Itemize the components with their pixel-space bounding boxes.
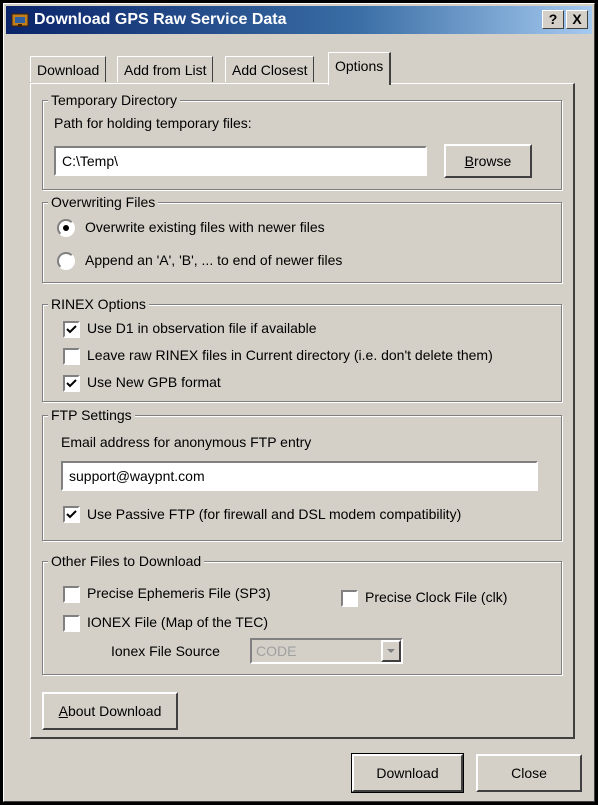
tab-add-from-list[interactable]: Add from List (117, 56, 214, 82)
close-button[interactable]: Close (476, 754, 582, 792)
tab-add-closest[interactable]: Add Closest (225, 56, 315, 82)
new-gpb-format-checkbox[interactable] (63, 375, 80, 392)
email-label: Email address for anonymous FTP entry (61, 434, 312, 450)
new-gpb-format-label[interactable]: Use New GPB format (87, 372, 221, 392)
dialog-window: Download GPS Raw Service Data ? X Downlo… (3, 3, 595, 802)
email-input[interactable]: support@waypnt.com (61, 461, 538, 491)
passive-ftp-checkbox[interactable] (63, 506, 80, 523)
radio-dot (63, 225, 69, 231)
clk-checkbox[interactable] (341, 590, 358, 607)
about-download-button[interactable]: About Download (42, 692, 178, 730)
check-icon (66, 379, 77, 388)
use-d1-label[interactable]: Use D1 in observation file if available (87, 318, 317, 338)
leave-raw-rinex-label[interactable]: Leave raw RINEX files in Current directo… (87, 345, 493, 365)
temp-path-label: Path for holding temporary files: (54, 115, 252, 131)
group-legend: Other Files to Download (48, 552, 205, 570)
use-d1-checkbox[interactable] (63, 321, 80, 338)
overwrite-radio[interactable] (57, 219, 75, 237)
append-radio-label[interactable]: Append an 'A', 'B', ... to end of newer … (85, 250, 342, 270)
group-legend: RINEX Options (48, 295, 149, 313)
ionex-label[interactable]: IONEX File (Map of the TEC) (87, 612, 268, 632)
group-legend: FTP Settings (48, 406, 135, 424)
help-button[interactable]: ? (542, 10, 564, 29)
title-bar[interactable]: Download GPS Raw Service Data ? X (6, 6, 592, 34)
other-files-group: Other Files to Download Precise Ephemeri… (42, 552, 562, 675)
close-window-button[interactable]: X (566, 10, 588, 29)
clk-label[interactable]: Precise Clock File (clk) (365, 587, 507, 607)
chevron-down-icon[interactable] (381, 640, 401, 662)
temporary-directory-group: Temporary Directory Path for holding tem… (42, 91, 562, 190)
sp3-label[interactable]: Precise Ephemeris File (SP3) (87, 583, 271, 603)
group-legend: Temporary Directory (48, 91, 181, 109)
overwrite-radio-label[interactable]: Overwrite existing files with newer file… (85, 217, 325, 237)
temp-path-input[interactable]: C:\Temp\ (54, 146, 427, 176)
leave-raw-rinex-checkbox[interactable] (63, 348, 80, 365)
ftp-settings-group: FTP Settings Email address for anonymous… (42, 406, 562, 541)
window-title: Download GPS Raw Service Data (34, 11, 287, 28)
browse-button[interactable]: Browse (444, 144, 532, 178)
sp3-checkbox[interactable] (63, 586, 80, 603)
ionex-source-select[interactable]: CODE (250, 638, 403, 664)
options-panel: Temporary Directory Path for holding tem… (30, 83, 575, 739)
check-icon (66, 510, 77, 519)
rinex-options-group: RINEX Options Use D1 in observation file… (42, 295, 562, 402)
app-icon (11, 12, 29, 28)
overwriting-files-group: Overwriting Files Overwrite existing fil… (42, 193, 562, 283)
tab-download[interactable]: Download (30, 56, 107, 82)
ionex-checkbox[interactable] (63, 615, 80, 632)
check-icon (66, 325, 77, 334)
tab-options[interactable]: Options (328, 52, 392, 85)
passive-ftp-label[interactable]: Use Passive FTP (for firewall and DSL mo… (87, 504, 461, 524)
append-radio[interactable] (57, 252, 75, 270)
group-legend: Overwriting Files (48, 193, 159, 211)
ionex-source-value: CODE (256, 643, 297, 659)
ionex-source-label: Ionex File Source (111, 643, 220, 659)
download-button[interactable]: Download (351, 753, 464, 793)
